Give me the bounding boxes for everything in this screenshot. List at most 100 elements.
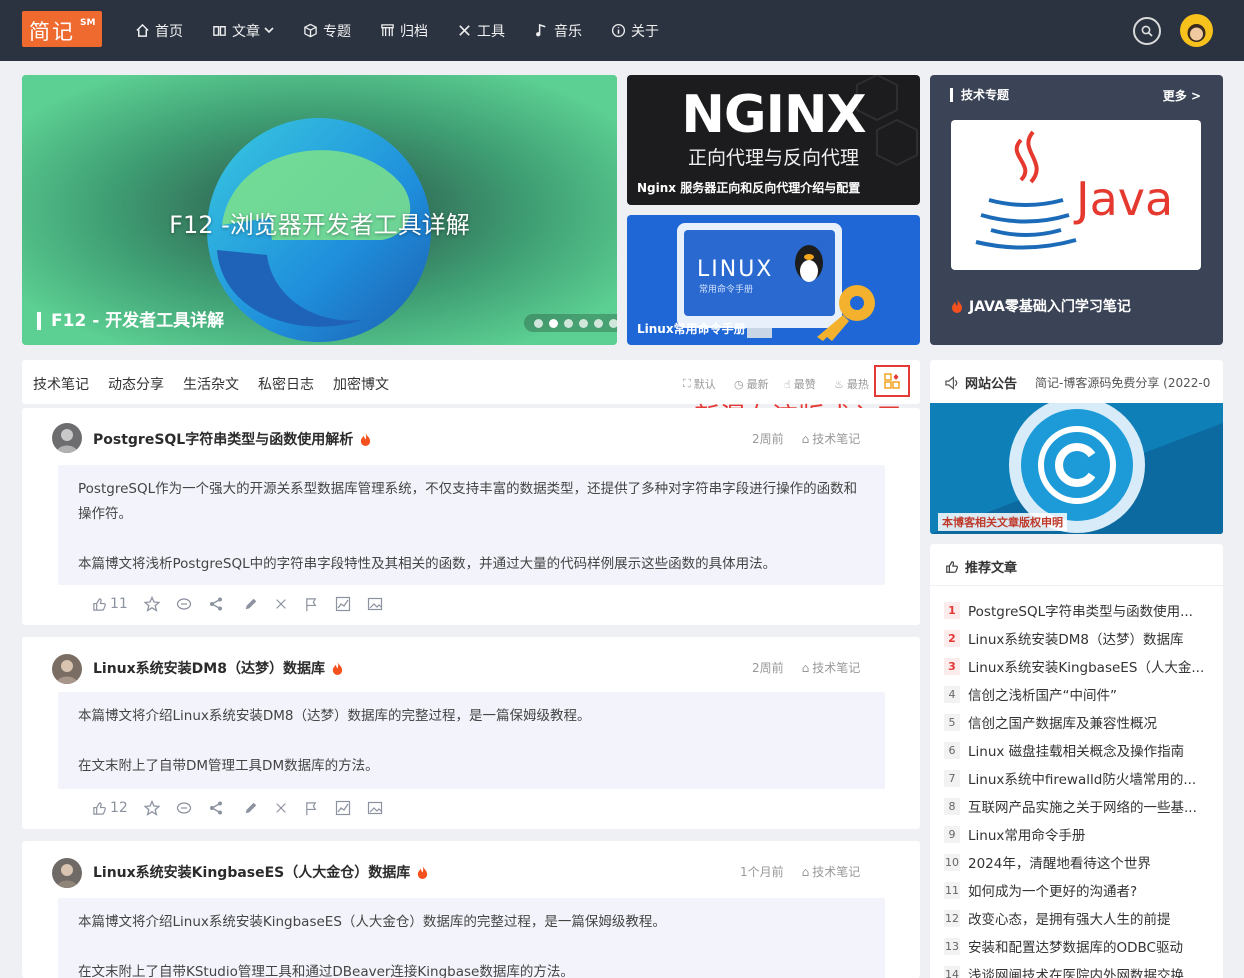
user-avatar[interactable]: [1180, 14, 1213, 47]
post-card[interactable]: Linux系统安装KingbaseES（人大金仓）数据库 1个月前 ⌂ 技术笔记…: [22, 841, 920, 978]
fire-icon: [361, 432, 371, 446]
post-meta: 1个月前 ⌂ 技术笔记: [740, 863, 860, 880]
list-item[interactable]: 4 信创之浅析国产“中间件”: [944, 680, 1214, 708]
tab-encrypted-posts[interactable]: 加密博文: [333, 374, 389, 394]
nav-item-articles[interactable]: 文章: [211, 21, 274, 41]
post-excerpt: 本篇博文将介绍Linux系统安装KingbaseES（人大金仓）数据库的完整过程…: [58, 898, 885, 978]
tech-topic-panel: 技术专题 更多 > Java JAVA零基础入门学习笔记: [930, 75, 1223, 345]
edit-button[interactable]: [244, 801, 258, 815]
search-button[interactable]: [1133, 17, 1161, 45]
linux-logo-text: LINUX: [697, 257, 774, 282]
favorite-button[interactable]: [143, 800, 160, 816]
chart-icon: [335, 800, 350, 816]
post-title[interactable]: Linux系统安装KingbaseES（人大金仓）数据库: [93, 862, 429, 882]
recommended-panel: 推荐文章 1 PostgreSQL字符串类型与函数使用... 2 Linux系统安装…: [930, 544, 1223, 978]
tab-life-essays[interactable]: 生活杂文: [183, 374, 239, 394]
list-item[interactable]: 2 Linux系统安装DM8（达梦）数据库: [944, 624, 1214, 652]
list-item[interactable]: 7 Linux系统中firewalld防火墙常用的...: [944, 764, 1214, 792]
list-item[interactable]: 1 PostgreSQL字符串类型与函数使用...: [944, 596, 1214, 624]
edit-button[interactable]: [244, 597, 258, 611]
post-meta: 2周前 ⌂ 技术笔记: [752, 430, 860, 447]
post-card[interactable]: Linux系统安装DM8（达梦）数据库 2周前 ⌂ 技术笔记 本篇博文将介绍Li…: [22, 637, 920, 829]
post-category[interactable]: 技术笔记: [812, 430, 860, 447]
list-item[interactable]: 9 Linux常用命令手册: [944, 820, 1214, 848]
author-avatar[interactable]: [52, 858, 82, 888]
author-portrait-icon: [56, 429, 78, 453]
java-topic-image[interactable]: Java: [951, 120, 1201, 270]
author-avatar[interactable]: [52, 654, 82, 684]
delete-button[interactable]: [274, 597, 288, 611]
tab-private-logs[interactable]: 私密日志: [258, 374, 314, 394]
list-item[interactable]: 13 安装和配置达梦数据库的ODBC驱动: [944, 932, 1214, 960]
list-item[interactable]: 11 如何成为一个更好的沟通者?: [944, 876, 1214, 904]
topic-more-link[interactable]: 更多 >: [1163, 87, 1201, 104]
sort-default[interactable]: ⛶ 默认: [683, 376, 716, 392]
tab-tech-notes[interactable]: 技术笔记: [33, 374, 89, 394]
slider-dot[interactable]: [564, 318, 573, 328]
share-button[interactable]: [208, 596, 224, 612]
share-icon: [209, 597, 222, 611]
nav-item-music[interactable]: 音乐: [533, 21, 582, 41]
post-title[interactable]: PostgreSQL字符串类型与函数使用解析: [93, 429, 372, 449]
author-avatar[interactable]: [52, 423, 82, 453]
linux-caption: Linux常用命令手册: [637, 322, 746, 336]
report-button[interactable]: [304, 597, 319, 612]
post-category[interactable]: 技术笔记: [812, 863, 860, 880]
stats-button[interactable]: [335, 800, 351, 816]
post-title[interactable]: Linux系统安装DM8（达梦）数据库: [93, 658, 344, 678]
sort-hottest[interactable]: ♨ 最热: [834, 376, 869, 392]
hero-slider[interactable]: F12 -浏览器开发者工具详解 F12 - 开发者工具详解: [22, 75, 617, 345]
list-item[interactable]: 10 2024年，清醒地看待这个世界: [944, 848, 1214, 876]
like-button[interactable]: 12: [92, 800, 128, 816]
close-icon: [276, 599, 286, 609]
delete-button[interactable]: [274, 801, 288, 815]
slider-dot-active[interactable]: [549, 318, 558, 328]
list-item[interactable]: 3 Linux系统安装KingbaseES（人大金...: [944, 652, 1214, 680]
list-item[interactable]: 8 互联网产品实施之关于网络的一些基...: [944, 792, 1214, 820]
comment-button[interactable]: [176, 596, 192, 612]
notice-marquee[interactable]: 简记-博客源码免费分享 (2022-0: [1035, 374, 1223, 391]
nav-item-topics[interactable]: 专题: [302, 21, 351, 41]
list-item[interactable]: 6 Linux 磁盘挂载相关概念及操作指南: [944, 736, 1214, 764]
star-icon: [143, 596, 160, 612]
pencil-icon: [245, 598, 257, 610]
nav-item-archive[interactable]: 归档: [379, 21, 428, 41]
slider-dot[interactable]: [534, 318, 543, 328]
archive-icon: [379, 23, 395, 39]
post-category[interactable]: 技术笔记: [812, 659, 860, 676]
speaker-icon: [945, 375, 958, 390]
fire-icon: [332, 661, 343, 675]
slider-dot[interactable]: [594, 318, 603, 328]
featured-card-linux[interactable]: LINUX 常用命令手册 Linux常用命令手册: [627, 215, 920, 345]
tab-dynamic-share[interactable]: 动态分享: [108, 374, 164, 394]
list-item[interactable]: 5 信创之国产数据库及兼容性概况: [944, 708, 1214, 736]
slider-dot[interactable]: [579, 318, 588, 328]
nav-item-about[interactable]: 关于: [610, 21, 659, 41]
topic-caption[interactable]: JAVA零基础入门学习笔记: [950, 296, 1131, 316]
featured-card-nginx[interactable]: NGINX 正向代理与反向代理 Nginx 服务器正向和反向代理介绍与配置: [627, 75, 920, 205]
share-button[interactable]: [208, 800, 224, 816]
slider-dot[interactable]: [609, 318, 617, 328]
image-button[interactable]: [367, 596, 383, 612]
list-item[interactable]: 14 浅谈网闸技术在医院内外网数据交换: [944, 960, 1214, 978]
comment-button[interactable]: [176, 800, 192, 816]
hero-caption[interactable]: F12 - 开发者工具详解: [37, 312, 224, 330]
image-button[interactable]: [367, 800, 383, 816]
copyright-banner[interactable]: 本博客相关文章版权申明: [930, 403, 1223, 534]
sort-most-liked[interactable]: ☝ 最赞: [784, 376, 816, 392]
list-item[interactable]: 12 改变心态，是拥有强大人生的前提: [944, 904, 1214, 932]
topic-heading: 技术专题: [950, 88, 1009, 102]
post-card[interactable]: PostgreSQL字符串类型与函数使用解析 2周前 ⌂ 技术笔记 Postgr…: [22, 408, 920, 625]
post-actions: 12: [92, 800, 399, 816]
waterfall-layout-button[interactable]: [874, 365, 910, 397]
nav-item-home[interactable]: 首页: [134, 21, 183, 41]
site-notice-panel: 网站公告 简记-博客源码免费分享 (2022-0 本博客相关文章版权申明: [930, 360, 1223, 534]
sort-newest[interactable]: ◷ 最新: [734, 376, 769, 392]
site-logo[interactable]: 简记 SM: [22, 11, 102, 47]
nav-item-tools[interactable]: 工具: [456, 21, 505, 41]
post-excerpt: 本篇博文将介绍Linux系统安装DM8（达梦）数据库的完整过程，是一篇保姆级教程…: [58, 692, 885, 789]
favorite-button[interactable]: [143, 596, 160, 612]
like-button[interactable]: 11: [92, 596, 128, 612]
stats-button[interactable]: [335, 596, 351, 612]
report-button[interactable]: [304, 801, 319, 816]
